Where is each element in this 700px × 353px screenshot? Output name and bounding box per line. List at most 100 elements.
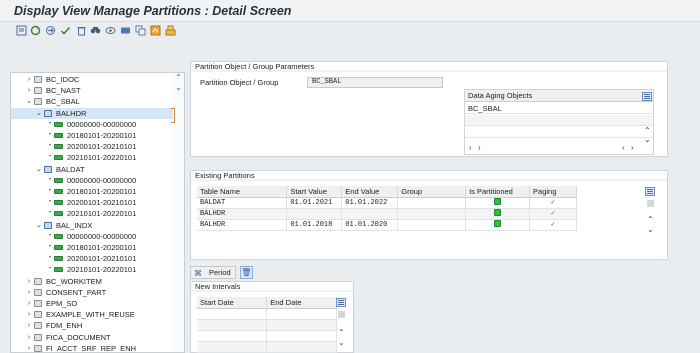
data-aging-objects-table[interactable]: Data Aging Objects BC_SBAL ⌃ ⌄ ‹ › ‹ › [464,89,654,155]
paging-checkbox[interactable]: ✓ [550,209,557,218]
scroll-up-icon[interactable]: ⌃ [173,73,184,83]
display-object-icon[interactable] [16,25,27,36]
table-settings-icon[interactable] [645,187,655,196]
col-end-date[interactable]: End Date [266,297,337,309]
tree-node[interactable]: › BC_WORKITEM [11,276,174,287]
expand-icon[interactable]: › [25,287,33,298]
refresh-icon[interactable] [30,25,41,36]
scroll-down-icon[interactable]: ⌄ [644,135,651,144]
transport-icon[interactable] [45,25,56,36]
table-row[interactable] [197,319,337,331]
scroll-left-icon[interactable]: ‹ [469,143,472,152]
table-row[interactable]: BALHDR 01.01.2018 01.01.2020 ✓ [197,219,577,231]
col-start-value[interactable]: Start Value [286,186,343,198]
tree-leaf[interactable]: • 20200101-20210101 [11,253,174,264]
tree-leaf[interactable]: • 00000000-00000000 [11,119,174,130]
tree-node[interactable]: › EXAMPLE_WITH_REUSE [11,309,174,320]
col-group[interactable]: Group [397,186,467,198]
expand-icon[interactable]: › [25,343,33,352]
collapse-icon[interactable]: ⌄ [35,220,43,231]
scrollbar-thumb[interactable] [338,311,345,318]
tree-node[interactable]: › FDM_ENH [11,320,174,331]
tree-node[interactable]: › CONSENT_PART [11,287,174,298]
copy-icon[interactable] [135,25,146,36]
scroll-right-icon[interactable]: › [631,143,634,152]
partition-tree[interactable]: › BC_IDOC › BC_NAST ⌄ BC_SBAL ⌄ BALHDR • 00000000… [10,72,185,353]
scroll-down-icon[interactable]: ⌄ [338,338,345,347]
existing-partitions-header: Existing Partitions [191,171,667,181]
info-icon[interactable] [120,25,131,36]
intervals-table[interactable]: Start Date End Date [197,297,337,353]
tree-table-node[interactable]: ⌄ BAL_INDX [11,220,174,231]
check-icon[interactable] [60,25,71,36]
org-icon[interactable] [165,25,176,36]
data-aging-row[interactable] [465,127,653,138]
scroll-up-icon[interactable]: ⌃ [647,215,654,224]
col-end-value[interactable]: End Value [341,186,399,198]
paging-checkbox[interactable]: ✓ [550,198,557,207]
scroll-right-icon[interactable]: › [478,143,481,152]
collapse-icon[interactable]: ⌄ [35,108,43,119]
tree-leaf[interactable]: • 00000000-00000000 [11,231,174,242]
expand-icon[interactable]: › [25,85,33,96]
collapse-icon[interactable]: ⌄ [35,164,43,175]
cell-table-name: BALHDR [197,208,288,220]
scroll-left-icon[interactable]: ‹ [622,143,625,152]
bullet-icon: • [48,188,52,194]
data-aging-row[interactable]: BC_SBAL [465,103,653,114]
tree-item-label: FICA_DOCUMENT [46,332,111,342]
table-row[interactable]: BALHDR ✓ [197,208,577,220]
scroll-up-icon[interactable]: ⌃ [644,126,651,135]
tree-node[interactable]: › FICA_DOCUMENT [11,332,174,343]
tree-leaf[interactable]: • 20180101-20200101 [11,130,174,141]
tree-table-node[interactable]: ⌄ BALDAT [11,164,174,175]
col-is-partitioned[interactable]: Is Partitioned [465,186,531,198]
tree-leaf[interactable]: • 20180101-20200101 [11,242,174,253]
collapse-icon[interactable]: ⌄ [25,96,33,107]
partitions-table[interactable]: Table Name Start Value End Value Group I… [197,186,577,231]
tree-leaf[interactable]: • 20210101-20220101 [11,152,174,163]
trash-icon[interactable]: 🗑 [240,266,253,279]
tree-node[interactable]: › BC_NAST [11,85,174,96]
find-icon[interactable] [90,25,101,36]
execute-icon[interactable] [150,25,161,36]
tree-node[interactable]: › BC_IDOC [11,74,174,85]
tree-leaf[interactable]: • 00000000-00000000 [11,175,174,186]
tree-node[interactable]: › EPM_SO [11,298,174,309]
scroll-down-icon[interactable]: ⌄ [647,225,654,234]
scroll-down-icon[interactable]: ⌄ [173,83,184,93]
table-row[interactable]: BALDAT 01.01.2021 01.01.2022 ✓ [197,197,577,209]
tree-table-node[interactable]: ⌄ BALHDR [11,107,174,119]
tree-node[interactable]: › FI_ACCT_SRF_REP_ENH [11,343,174,352]
partition-object-field[interactable]: BC_SBAL [307,77,443,88]
col-table-name[interactable]: Table Name [197,186,288,198]
expand-icon[interactable]: › [25,320,33,331]
tree-leaf[interactable]: • 20200101-20210101 [11,141,174,152]
table-row[interactable] [197,308,337,320]
col-start-date[interactable]: Start Date [197,297,268,309]
tree-leaf[interactable]: • 20210101-20220101 [11,208,174,219]
display-icon[interactable] [105,25,116,36]
table-settings-icon[interactable] [336,298,346,307]
tree-item-label: 20200101-20210101 [67,142,137,152]
tree-leaf[interactable]: • 20200101-20210101 [11,197,174,208]
paging-checkbox[interactable]: ✓ [550,220,557,229]
tree-node[interactable]: ⌄ BC_SBAL [11,96,174,107]
col-paging[interactable]: Paging [529,186,577,198]
expand-icon[interactable]: › [25,332,33,343]
expand-icon[interactable]: › [25,74,33,85]
period-button[interactable]: ⌘ Period [190,266,236,279]
expand-icon[interactable]: › [25,309,33,320]
tree-leaf[interactable]: • 20210101-20220101 [11,264,174,275]
table-row[interactable] [197,330,337,342]
tree-item-label: 20180101-20200101 [67,131,137,140]
delete-icon[interactable] [76,25,87,36]
table-settings-icon[interactable] [642,92,652,101]
scroll-up-icon[interactable]: ⌃ [338,328,345,337]
scrollbar-thumb[interactable] [647,200,654,207]
table-row[interactable] [197,341,337,353]
expand-icon[interactable]: › [25,298,33,309]
tree-leaf[interactable]: • 20180101-20200101 [11,186,174,197]
data-aging-row[interactable] [465,115,653,126]
expand-icon[interactable]: › [25,276,33,287]
